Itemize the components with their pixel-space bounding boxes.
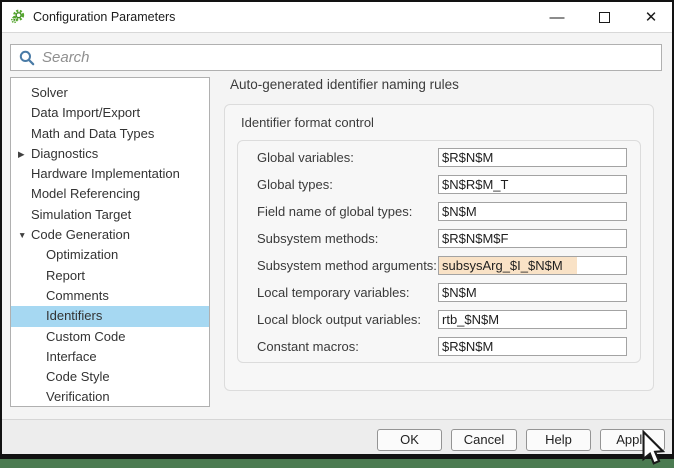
sidebar-item-solver[interactable]: Solver bbox=[11, 83, 209, 103]
subsystem-methods-input[interactable]: $R$N$M$F bbox=[438, 229, 627, 248]
sidebar-item-model-referencing[interactable]: Model Referencing bbox=[11, 184, 209, 204]
form-row: Local temporary variables: $N$M bbox=[257, 283, 640, 310]
sidebar-item-verification[interactable]: Verification bbox=[11, 387, 209, 406]
constant-macros-input[interactable]: $R$N$M bbox=[438, 337, 627, 356]
global-types-label: Global types: bbox=[257, 177, 333, 192]
subsystem-methods-label: Subsystem methods: bbox=[257, 231, 379, 246]
local-block-output-variables-label: Local block output variables: bbox=[257, 312, 422, 327]
form-row: Subsystem methods: $R$N$M$F bbox=[257, 229, 640, 256]
sidebar-item-diagnostics[interactable]: ▶ Diagnostics bbox=[11, 144, 209, 164]
identifier-format-control-group: Global variables: $R$N$M Global types: $… bbox=[237, 140, 641, 363]
local-temporary-variables-label: Local temporary variables: bbox=[257, 285, 410, 300]
sidebar-item-interface[interactable]: Interface bbox=[11, 347, 209, 367]
simulink-gear-icon bbox=[11, 9, 25, 24]
collapsed-arrow-icon[interactable]: ▶ bbox=[18, 144, 30, 164]
field-name-of-global-types-input[interactable]: $N$M bbox=[438, 202, 627, 221]
minimize-button[interactable]: — bbox=[540, 2, 574, 32]
form-row: Global variables: $R$N$M bbox=[257, 148, 640, 175]
help-button[interactable]: Help bbox=[526, 429, 591, 451]
close-button[interactable]: ✕ bbox=[634, 2, 668, 32]
global-variables-input[interactable]: $R$N$M bbox=[438, 148, 627, 167]
maximize-icon bbox=[598, 11, 610, 23]
sidebar-item-simulation-target[interactable]: Simulation Target bbox=[11, 205, 209, 225]
form-row: Constant macros: $R$N$M bbox=[257, 337, 640, 364]
sidebar-item-data-import-export[interactable]: Data Import/Export bbox=[11, 103, 209, 123]
field-name-of-global-types-label: Field name of global types: bbox=[257, 204, 413, 219]
subsystem-method-arguments-input[interactable]: subsysArg_$I_$N$M bbox=[438, 256, 627, 275]
local-temporary-variables-input[interactable]: $N$M bbox=[438, 283, 627, 302]
dialog-body: Search Solver Data Import/Export Math an… bbox=[2, 32, 672, 454]
close-icon: ✕ bbox=[644, 9, 658, 26]
form-row: Global types: $N$R$M_T bbox=[257, 175, 640, 202]
form-row: Field name of global types: $N$M bbox=[257, 202, 640, 229]
naming-rules-panel: Identifier format control Global variabl… bbox=[224, 104, 654, 391]
button-bar: OK Cancel Help Apply bbox=[2, 419, 672, 454]
title-bar: Configuration Parameters — ✕ bbox=[2, 2, 672, 32]
configuration-parameters-window: Configuration Parameters — ✕ Search Solv… bbox=[0, 0, 674, 468]
search-placeholder: Search bbox=[42, 49, 90, 66]
cancel-button[interactable]: Cancel bbox=[451, 429, 517, 451]
search-icon bbox=[19, 50, 35, 65]
subsystem-method-arguments-label: Subsystem method arguments: bbox=[257, 258, 437, 273]
global-types-input[interactable]: $N$R$M_T bbox=[438, 175, 627, 194]
form-row: Local block output variables: rtb_$N$M bbox=[257, 310, 640, 337]
constant-macros-label: Constant macros: bbox=[257, 339, 359, 354]
sidebar-item-code-generation[interactable]: ▼ Code Generation bbox=[11, 225, 209, 245]
form-row: Subsystem method arguments: subsysArg_$I… bbox=[257, 256, 640, 283]
settings-category-tree: Solver Data Import/Export Math and Data … bbox=[10, 77, 210, 407]
group-title: Identifier format control bbox=[241, 115, 374, 130]
local-block-output-variables-input[interactable]: rtb_$N$M bbox=[438, 310, 627, 329]
ok-button[interactable]: OK bbox=[377, 429, 442, 451]
background-green-strip bbox=[0, 459, 674, 468]
search-input[interactable]: Search bbox=[10, 44, 662, 71]
sidebar-item-code-style[interactable]: Code Style bbox=[11, 367, 209, 387]
window-title: Configuration Parameters bbox=[33, 10, 176, 24]
sidebar-item-custom-code[interactable]: Custom Code bbox=[11, 327, 209, 347]
page-title: Auto-generated identifier naming rules bbox=[230, 77, 459, 92]
sidebar-item-optimization[interactable]: Optimization bbox=[11, 245, 209, 265]
sidebar-item-hardware-implementation[interactable]: Hardware Implementation bbox=[11, 164, 209, 184]
mouse-cursor-icon bbox=[642, 430, 665, 465]
minimize-icon: — bbox=[549, 8, 565, 26]
expanded-arrow-icon[interactable]: ▼ bbox=[18, 225, 30, 245]
maximize-button[interactable] bbox=[587, 2, 621, 32]
sidebar-item-math-and-data-types[interactable]: Math and Data Types bbox=[11, 124, 209, 144]
sidebar-item-identifiers[interactable]: Identifiers bbox=[11, 306, 209, 327]
sidebar-item-comments[interactable]: Comments bbox=[11, 286, 209, 306]
modified-value-highlight: subsysArg_$I_$N$M bbox=[439, 257, 577, 274]
global-variables-label: Global variables: bbox=[257, 150, 354, 165]
sidebar-item-report[interactable]: Report bbox=[11, 266, 209, 286]
